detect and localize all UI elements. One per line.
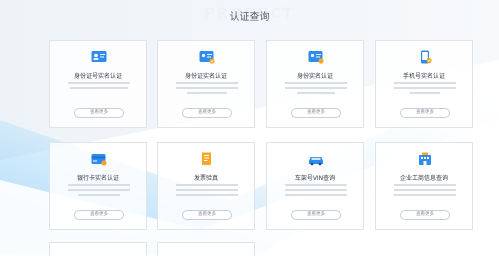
card-title: 身份实名认证 <box>296 73 333 80</box>
card-description <box>176 82 238 97</box>
card-id-number-verify[interactable]: 身份证号实名认证 查看更多 <box>49 40 147 128</box>
id-card-check-icon <box>199 51 215 64</box>
car-icon <box>309 157 323 166</box>
view-more-button[interactable]: 查看更多 <box>291 210 341 220</box>
card-title: 企业工商信息查询 <box>399 175 448 182</box>
card-description <box>394 82 456 97</box>
view-more-button[interactable]: 查看更多 <box>182 210 232 220</box>
card-description <box>285 82 347 97</box>
card-title: 身份证号实名认证 <box>73 73 122 80</box>
view-more-button[interactable]: 查看更多 <box>400 108 450 118</box>
invoice-icon <box>202 152 211 166</box>
view-more-button[interactable]: 查看更多 <box>74 210 124 220</box>
card-description <box>285 184 347 199</box>
card-title: 手机号实名认证 <box>402 73 445 80</box>
card-title: 银行卡实名认证 <box>76 175 119 182</box>
phone-check-icon <box>421 50 432 64</box>
card-description <box>394 184 456 199</box>
card-bank-card-verify[interactable]: 银行卡实名认证 查看更多 <box>49 142 147 230</box>
view-more-button[interactable]: 查看更多 <box>291 108 341 118</box>
card-enterprise-query[interactable]: 企业工商信息查询 查看更多 <box>375 142 473 230</box>
card-invoice-verify[interactable]: 发票验真 查看更多 <box>157 142 255 230</box>
card-description <box>176 184 238 199</box>
id-card-badge-icon <box>308 51 324 64</box>
view-more-button[interactable]: 查看更多 <box>74 108 124 118</box>
card-description <box>68 82 130 92</box>
card-description <box>68 184 130 199</box>
card-title: 发票验真 <box>193 175 218 182</box>
view-more-button[interactable]: 查看更多 <box>400 210 450 220</box>
card-phone-verify[interactable]: 手机号实名认证 查看更多 <box>375 40 473 128</box>
section-title: 认证查询 <box>229 12 270 23</box>
enterprise-icon <box>419 152 431 165</box>
card-title: 车架号VIN查询 <box>294 175 336 182</box>
id-card-user-icon <box>91 51 107 62</box>
card-identity-verify[interactable]: 身份实名认证 查看更多 <box>266 40 364 128</box>
view-more-button[interactable]: 查看更多 <box>182 108 232 118</box>
card-title: 身份证实名认证 <box>184 73 227 80</box>
card-vin-query[interactable]: 车架号VIN查询 查看更多 <box>266 142 364 230</box>
bank-card-icon <box>91 154 107 166</box>
card-id-card-verify[interactable]: 身份证实名认证 查看更多 <box>157 40 255 128</box>
